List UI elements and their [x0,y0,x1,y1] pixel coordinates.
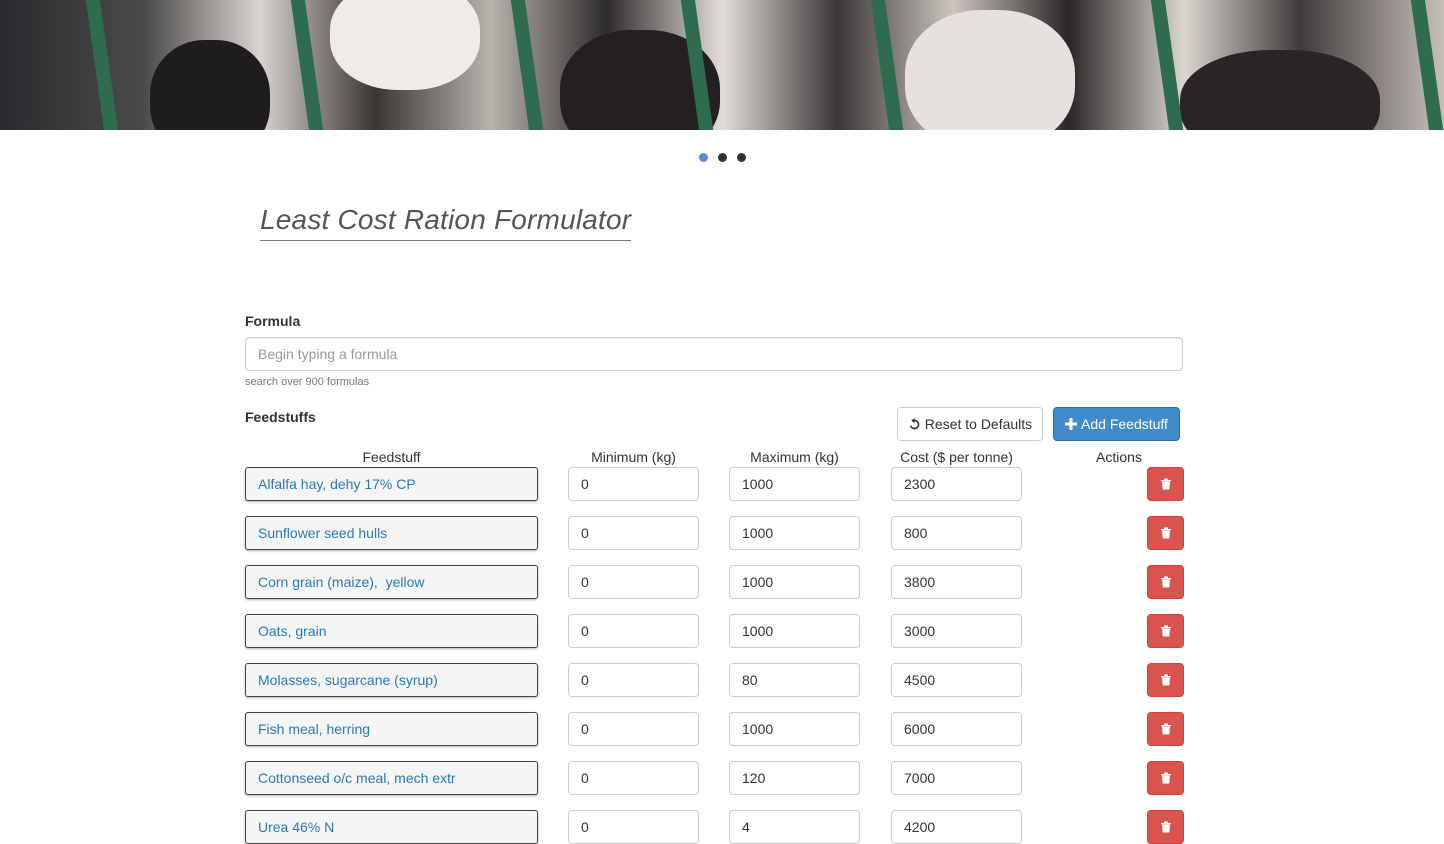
feedstuff-row: Cottonseed o/c meal, mech extr 0 120 700… [0,761,1444,795]
formula-help-text: search over 900 formulas [245,376,370,388]
column-header-feedstuff: Feedstuff [362,449,421,465]
trash-icon [1160,625,1171,637]
minimum-input[interactable]: 0 [568,614,699,648]
feedstuff-name-field[interactable]: Corn grain (maize), yellow [245,565,538,599]
hero-banner-image [0,0,1444,130]
maximum-input[interactable]: 1000 [729,516,860,550]
delete-row-button[interactable] [1147,810,1184,844]
feedstuff-row: Alfalfa hay, dehy 17% CP 0 1000 2300 [0,467,1444,501]
feedstuff-row: Urea 46% N 0 4 4200 [0,810,1444,844]
feedstuff-row: Oats, grain 0 1000 3000 [0,614,1444,648]
delete-row-button[interactable] [1147,516,1184,550]
maximum-input[interactable]: 1000 [729,565,860,599]
carousel-indicators [699,153,746,162]
minimum-input[interactable]: 0 [568,761,699,795]
carousel-dot-2[interactable] [718,153,727,162]
delete-row-button[interactable] [1147,712,1184,746]
page-title: Least Cost Ration Formulator [260,204,632,241]
trash-icon [1160,576,1171,588]
delete-row-button[interactable] [1147,614,1184,648]
delete-row-button[interactable] [1147,565,1184,599]
minimum-input[interactable]: 0 [568,712,699,746]
feedstuff-name-field[interactable]: Cottonseed o/c meal, mech extr [245,761,538,795]
trash-icon [1160,723,1171,735]
formula-search-input[interactable]: Begin typing a formula [245,337,1183,371]
carousel-dot-1[interactable] [699,153,708,162]
carousel-dot-3[interactable] [737,153,746,162]
feedstuff-name-field[interactable]: Fish meal, herring [245,712,538,746]
trash-icon [1160,527,1171,539]
feedstuff-name-field[interactable]: Alfalfa hay, dehy 17% CP [245,467,538,501]
delete-row-button[interactable] [1147,467,1184,501]
feedstuff-row: Fish meal, herring 0 1000 6000 [0,712,1444,746]
cost-input[interactable]: 4500 [891,663,1022,697]
maximum-input[interactable]: 1000 [729,467,860,501]
trash-icon [1160,674,1171,686]
minimum-input[interactable]: 0 [568,467,699,501]
feedstuffs-label: Feedstuffs [245,409,316,425]
maximum-input[interactable]: 1000 [729,712,860,746]
feedstuff-name-field[interactable]: Sunflower seed hulls [245,516,538,550]
cost-input[interactable]: 4200 [891,810,1022,844]
delete-row-button[interactable] [1147,761,1184,795]
trash-icon [1160,821,1171,833]
feedstuff-row: Corn grain (maize), yellow 0 1000 3800 [0,565,1444,599]
maximum-input[interactable]: 1000 [729,614,860,648]
add-feedstuff-label: Add Feedstuff [1081,416,1168,432]
cost-input[interactable]: 6000 [891,712,1022,746]
formula-label: Formula [245,313,301,329]
undo-icon [909,417,920,429]
column-header-minimum: Minimum (kg) [591,449,676,465]
minimum-input[interactable]: 0 [568,810,699,844]
reset-defaults-button[interactable]: Reset to Defaults [897,407,1043,441]
cost-input[interactable]: 7000 [891,761,1022,795]
trash-icon [1160,772,1171,784]
add-feedstuff-button[interactable]: Add Feedstuff [1053,407,1180,441]
feedstuff-row: Sunflower seed hulls 0 1000 800 [0,516,1444,550]
reset-defaults-label: Reset to Defaults [924,416,1033,432]
maximum-input[interactable]: 120 [729,761,860,795]
formula-placeholder: Begin typing a formula [258,346,398,362]
cost-input[interactable]: 3000 [891,614,1022,648]
trash-icon [1160,478,1171,490]
minimum-input[interactable]: 0 [568,663,699,697]
minimum-input[interactable]: 0 [568,565,699,599]
plus-icon [1065,418,1078,430]
column-header-maximum: Maximum (kg) [750,449,839,465]
column-header-actions: Actions [1096,449,1142,465]
column-header-cost: Cost ($ per tonne) [900,449,1013,465]
cost-input[interactable]: 2300 [891,467,1022,501]
delete-row-button[interactable] [1147,663,1184,697]
maximum-input[interactable]: 80 [729,663,860,697]
feedstuff-name-field[interactable]: Urea 46% N [245,810,538,844]
feedstuff-name-field[interactable]: Oats, grain [245,614,538,648]
feedstuff-row: Molasses, sugarcane (syrup) 0 80 4500 [0,663,1444,697]
minimum-input[interactable]: 0 [568,516,699,550]
feedstuff-name-field[interactable]: Molasses, sugarcane (syrup) [245,663,538,697]
maximum-input[interactable]: 4 [729,810,860,844]
cost-input[interactable]: 800 [891,516,1022,550]
cost-input[interactable]: 3800 [891,565,1022,599]
